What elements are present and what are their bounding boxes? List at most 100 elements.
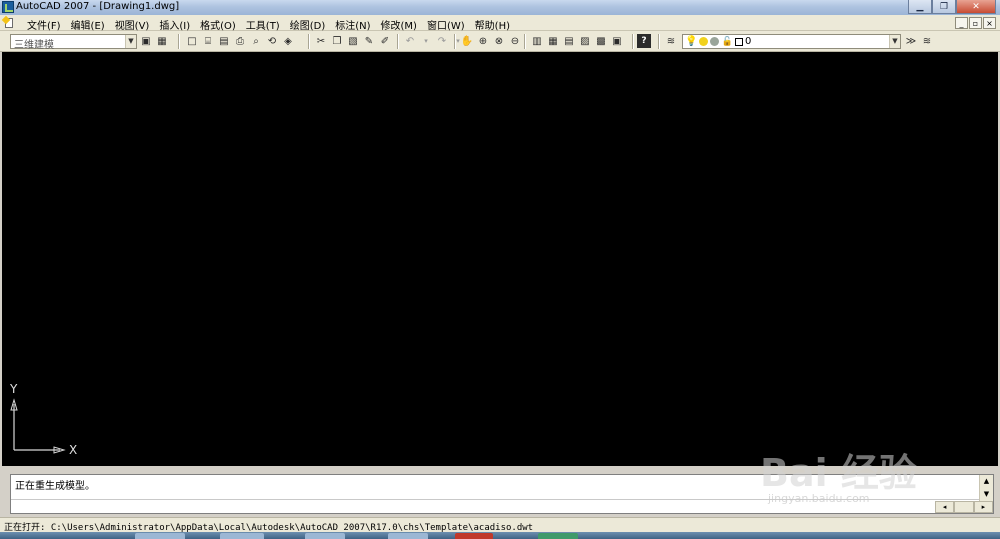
menu-item[interactable]: 绘图(D) bbox=[285, 17, 331, 32]
chevron-down-icon[interactable]: ▼ bbox=[889, 35, 900, 48]
scroll-right-icon[interactable]: ▸ bbox=[973, 501, 993, 513]
doc-close-button[interactable]: × bbox=[983, 17, 996, 29]
lock-icon[interactable]: 🔓 bbox=[721, 37, 732, 47]
menu-item[interactable]: 视图(V) bbox=[110, 17, 155, 32]
autocad-app-icon[interactable] bbox=[2, 1, 14, 13]
paste-icon[interactable]: ▧ bbox=[346, 34, 360, 48]
menu-item[interactable]: 标注(N) bbox=[330, 17, 375, 32]
workspace-value: 三维建模 bbox=[14, 40, 54, 51]
taskbar-button[interactable] bbox=[538, 533, 578, 539]
undo-icon[interactable]: ↶ bbox=[403, 34, 417, 48]
new-icon[interactable]: □ bbox=[185, 34, 199, 48]
layer-state-icons: 💡 🔓 bbox=[685, 36, 743, 47]
undo-dropdown-icon[interactable]: ▾ bbox=[419, 34, 433, 48]
standard-toolbar: 三维建模 ▼ ▣ ▦ □ ⌸ ▤ ⎙ ⌕ ⟲ ◈ ✂ ❐ ▧ ✎ ✐ ↶ ▾ ↷… bbox=[0, 31, 1000, 52]
menu-item[interactable]: 格式(O) bbox=[195, 17, 241, 32]
menu-item[interactable]: 插入(I) bbox=[154, 17, 195, 32]
scroll-up-icon[interactable]: ▲ bbox=[980, 475, 993, 488]
workspace-settings-icon[interactable]: ▣ bbox=[139, 34, 153, 48]
zoom-realtime-icon[interactable]: ⊕ bbox=[476, 34, 490, 48]
properties-icon[interactable]: ▥ bbox=[530, 34, 544, 48]
lightbulb-icon[interactable]: 💡 bbox=[685, 36, 697, 47]
cut-icon[interactable]: ✂ bbox=[314, 34, 328, 48]
layer-dropdown[interactable]: 💡 🔓 0 ▼ bbox=[682, 34, 901, 49]
workspace-save-icon[interactable]: ▦ bbox=[155, 34, 169, 48]
copy-icon[interactable]: ❐ bbox=[330, 34, 344, 48]
open-icon[interactable]: ⌸ bbox=[201, 34, 215, 48]
print-icon[interactable]: ⎙ bbox=[233, 34, 247, 48]
viewport-freeze-icon[interactable] bbox=[710, 37, 720, 46]
help-tools: ? bbox=[637, 34, 651, 48]
sheet-set-icon[interactable]: ▨ bbox=[578, 34, 592, 48]
pan-icon[interactable]: ✋ bbox=[460, 34, 474, 48]
layer-manager-icon[interactable]: ≋ bbox=[664, 34, 678, 48]
document-menu-icon[interactable] bbox=[1, 15, 15, 29]
doc-minimize-button[interactable]: _ bbox=[955, 17, 968, 29]
watermark-url: jingyan.baidu.com bbox=[768, 492, 870, 505]
taskbar-button[interactable] bbox=[455, 533, 493, 539]
layer-name: 0 bbox=[745, 36, 752, 47]
layer-extra-tools: ≫ ≋ bbox=[904, 34, 934, 48]
workspace-tools: ▣ ▦ bbox=[139, 34, 169, 48]
palette-tools: ▥ ▦ ▤ ▨ ▩ ▣ bbox=[530, 34, 624, 48]
baidu-watermark: Bai 经验 jingyan.baidu.com bbox=[760, 432, 970, 512]
taskbar-button[interactable] bbox=[305, 533, 345, 539]
file-tools: □ ⌸ ▤ ⎙ ⌕ ⟲ ◈ bbox=[185, 34, 295, 48]
title-bar: AutoCAD 2007 - [Drawing1.dwg] ▁ ❐ ✕ bbox=[0, 0, 1000, 15]
minimize-button[interactable]: ▁ bbox=[908, 0, 932, 14]
document-window-controls: _ ▫ × bbox=[955, 17, 996, 29]
toolbar-separator bbox=[397, 34, 399, 49]
redo-icon[interactable]: ↷ bbox=[435, 34, 449, 48]
layer-color-swatch[interactable] bbox=[734, 37, 743, 46]
publish-icon[interactable]: ⟲ bbox=[265, 34, 279, 48]
menu-item[interactable]: 文件(F) bbox=[22, 17, 66, 32]
watermark-text: Bai 经验 bbox=[760, 451, 917, 495]
ucs-x-label: X bbox=[69, 443, 78, 457]
design-center-icon[interactable]: ▦ bbox=[546, 34, 560, 48]
zoom-window-icon[interactable]: ⊗ bbox=[492, 34, 506, 48]
window-title: AutoCAD 2007 - [Drawing1.dwg] bbox=[16, 1, 180, 12]
os-taskbar bbox=[0, 532, 1000, 539]
markup-icon[interactable]: ▩ bbox=[594, 34, 608, 48]
restore-button[interactable]: ❐ bbox=[932, 0, 956, 14]
doc-restore-button[interactable]: ▫ bbox=[969, 17, 982, 29]
edit-tools: ✂ ❐ ▧ ✎ ✐ bbox=[314, 34, 392, 48]
zoom-previous-icon[interactable]: ⊖ bbox=[508, 34, 522, 48]
menu-item[interactable]: 窗口(W) bbox=[422, 17, 470, 32]
tool-palettes-icon[interactable]: ▤ bbox=[562, 34, 576, 48]
taskbar-button[interactable] bbox=[135, 533, 185, 539]
drawing-canvas[interactable]: Y X bbox=[2, 52, 998, 466]
close-button[interactable]: ✕ bbox=[956, 0, 996, 14]
taskbar-button[interactable] bbox=[388, 533, 428, 539]
status-bar: 正在打开: C:\Users\Administrator\AppData\Loc… bbox=[0, 517, 1000, 533]
save-icon[interactable]: ▤ bbox=[217, 34, 231, 48]
make-current-layer-icon[interactable]: ≫ bbox=[904, 34, 918, 48]
menu-item[interactable]: 帮助(H) bbox=[470, 17, 515, 32]
help-icon[interactable]: ? bbox=[637, 34, 651, 48]
sun-icon[interactable] bbox=[699, 37, 709, 46]
workspace-dropdown[interactable]: 三维建模 ▼ bbox=[10, 34, 137, 51]
toolbar-separator bbox=[454, 34, 456, 49]
menu-item[interactable]: 工具(T) bbox=[241, 17, 285, 32]
3d-publish-icon[interactable]: ◈ bbox=[281, 34, 295, 48]
command-scrollbar[interactable]: ▲ ▼ bbox=[979, 475, 993, 501]
toolbar-separator bbox=[658, 34, 660, 49]
window-controls: ▁ ❐ ✕ bbox=[908, 0, 996, 14]
toolbar-separator bbox=[308, 34, 310, 49]
block-editor-icon[interactable]: ✐ bbox=[378, 34, 392, 48]
layer-previous-icon[interactable]: ≋ bbox=[920, 34, 934, 48]
match-properties-icon[interactable]: ✎ bbox=[362, 34, 376, 48]
menu-item[interactable]: 修改(M) bbox=[376, 17, 422, 32]
menu-item[interactable]: 编辑(E) bbox=[66, 17, 110, 32]
ucs-y-label: Y bbox=[10, 382, 18, 396]
taskbar-button[interactable] bbox=[220, 533, 264, 539]
ucs-icon bbox=[10, 398, 66, 454]
preview-icon[interactable]: ⌕ bbox=[249, 34, 263, 48]
layer-manager-tools: ≋ bbox=[664, 34, 678, 48]
calculator-icon[interactable]: ▣ bbox=[610, 34, 624, 48]
scroll-down-icon[interactable]: ▼ bbox=[980, 488, 993, 501]
toolbar-separator bbox=[632, 34, 634, 49]
chevron-down-icon[interactable]: ▼ bbox=[125, 35, 136, 48]
toolbar-separator bbox=[524, 34, 526, 49]
toolbar-separator bbox=[178, 34, 180, 49]
